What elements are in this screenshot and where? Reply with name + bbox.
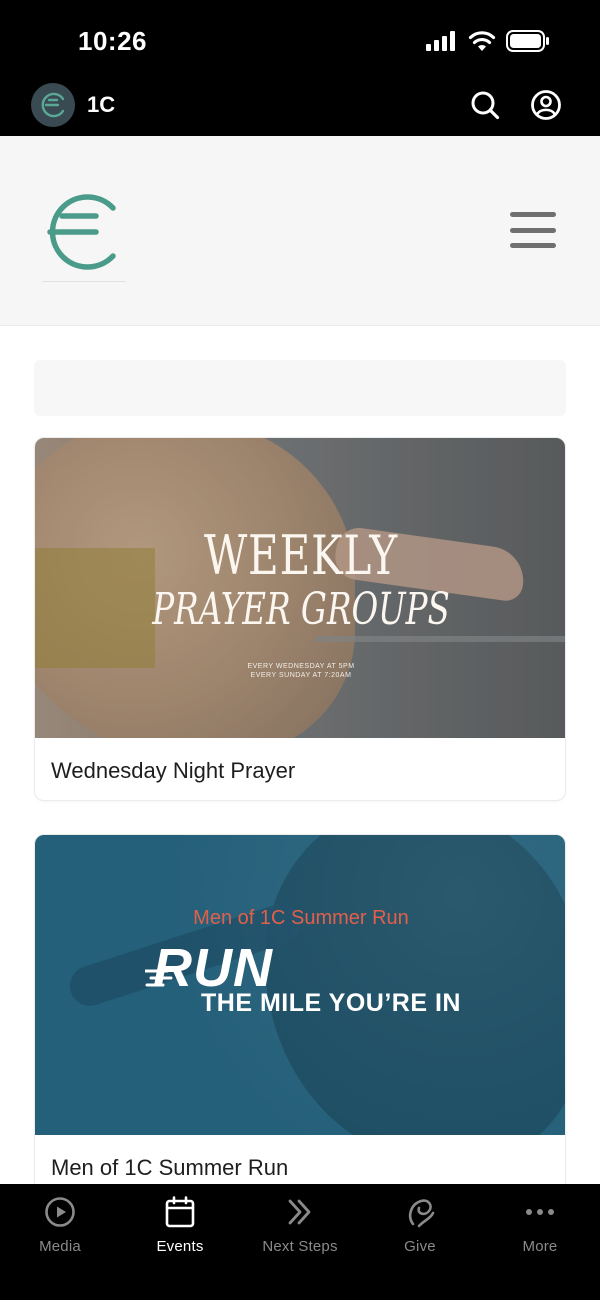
site-header <box>0 136 600 326</box>
app-header: 1C <box>0 80 600 136</box>
prayer-subheadline: PRAYER GROUPS <box>152 584 450 635</box>
app-name: 1C <box>87 92 116 117</box>
double-chevron-icon <box>284 1196 316 1228</box>
church-logo-icon[interactable] <box>40 186 124 282</box>
tab-label: More <box>522 1238 558 1255</box>
event-title: Wednesday Night Prayer <box>51 758 296 783</box>
app-screen: 10:26 1C WEEKLY PRAYER GROUPS EVERY WEDN… <box>0 0 600 1300</box>
cellular-signal-icon <box>426 31 455 51</box>
search-placeholder-bar <box>34 360 566 416</box>
bottom-tab-bar: Media Events Next Steps Give More <box>0 1184 600 1300</box>
more-dots-icon <box>524 1196 556 1228</box>
prayer-schedule-line-2: EVERY SUNDAY AT 7:20AM <box>250 672 352 679</box>
logo-divider <box>42 281 126 282</box>
prayer-schedule-line-1: EVERY WEDNESDAY AT 5PM <box>247 663 355 670</box>
give-icon <box>404 1196 436 1228</box>
tab-label: Events <box>156 1238 204 1255</box>
tab-next-steps[interactable]: Next Steps <box>240 1184 360 1300</box>
status-time: 10:26 <box>78 26 147 56</box>
tab-label: Give <box>404 1238 436 1255</box>
event-card-run[interactable]: Men of 1C Summer Run RUN THE MILE YOU’RE… <box>34 834 566 1214</box>
tab-media[interactable]: Media <box>0 1184 120 1300</box>
prayer-schedule: EVERY WEDNESDAY AT 5PM EVERY SUNDAY AT 7… <box>35 662 565 680</box>
tab-label: Media <box>39 1238 81 1255</box>
tab-more[interactable]: More <box>480 1184 600 1300</box>
event-card-prayer[interactable]: WEEKLY PRAYER GROUPS EVERY WEDNESDAY AT … <box>34 437 566 801</box>
profile-icon[interactable] <box>529 88 563 122</box>
status-bar: 10:26 <box>0 0 600 80</box>
battery-icon <box>506 30 549 52</box>
run-kicker: Men of 1C Summer Run <box>193 907 409 929</box>
event-title: Men of 1C Summer Run <box>51 1155 289 1180</box>
play-circle-icon <box>44 1196 76 1228</box>
event-image-prayer: WEEKLY PRAYER GROUPS EVERY WEDNESDAY AT … <box>35 438 565 738</box>
status-icons <box>426 28 550 54</box>
search-icon[interactable] <box>468 88 502 122</box>
prayer-headline: WEEKLY <box>203 524 399 587</box>
app-logo-icon[interactable] <box>31 83 75 127</box>
event-image-run: Men of 1C Summer Run RUN THE MILE YOU’RE… <box>35 835 565 1135</box>
tab-events[interactable]: Events <box>120 1184 240 1300</box>
calendar-icon <box>164 1196 196 1228</box>
hamburger-menu-icon[interactable] <box>510 212 556 248</box>
tab-give[interactable]: Give <box>360 1184 480 1300</box>
run-tagline: THE MILE YOU’RE IN <box>201 989 461 1017</box>
tab-label: Next Steps <box>262 1238 338 1255</box>
wifi-icon <box>468 31 496 51</box>
